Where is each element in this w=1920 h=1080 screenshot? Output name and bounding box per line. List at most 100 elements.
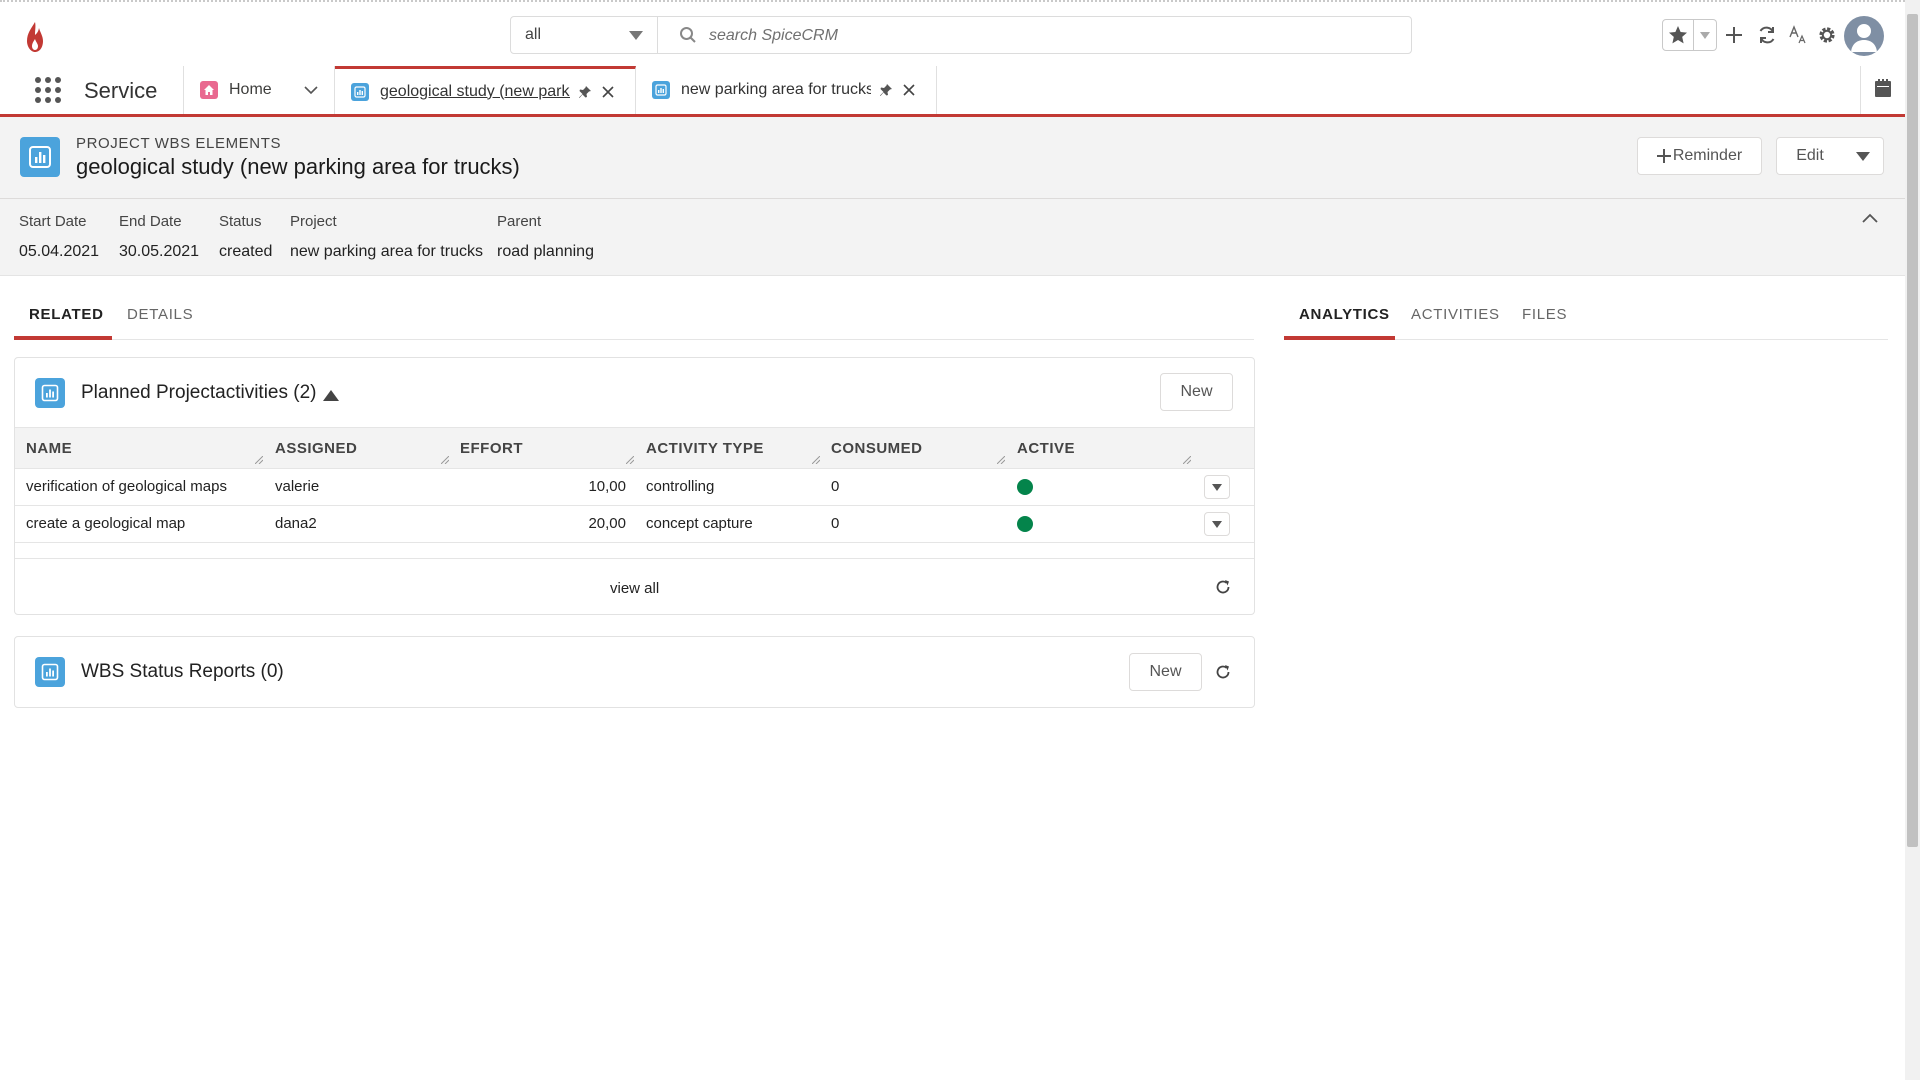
chevron-down-icon [1699,31,1710,39]
tab-new-parking-area[interactable]: new parking area for trucks [636,66,937,114]
tab-analytics[interactable]: ANALYTICS [1299,306,1390,323]
edit-button[interactable]: Edit [1776,137,1844,175]
field-label-status: Status [219,213,262,230]
cell-consumed: 0 [831,478,840,495]
user-avatar[interactable] [1844,16,1884,56]
chevron-up-icon[interactable] [1862,213,1878,223]
search-input[interactable] [707,18,1401,54]
column-resize-handle[interactable] [997,456,1005,464]
tab-home[interactable]: Home [183,66,335,114]
pin-icon[interactable] [879,83,893,97]
favorites-button[interactable] [1662,19,1694,51]
tab-label: geological study (new parkir [380,82,570,100]
field-value-status: created [219,243,273,260]
field-label-parent: Parent [497,213,542,230]
pin-icon[interactable] [578,85,592,99]
global-header: all [0,0,1905,66]
cell-activity-type: concept capture [646,515,753,532]
reminder-button[interactable]: Reminder [1637,137,1762,175]
reminder-label: Reminder [1672,147,1743,164]
col-header-name[interactable]: NAME [26,440,72,457]
settings-button[interactable] [1813,19,1841,51]
chevron-down-icon [629,31,643,40]
field-value-parent[interactable]: road planning [497,243,594,261]
col-header-assigned[interactable]: ASSIGNED [275,440,357,457]
navigation-bar: Service Home geological study (new parki… [0,66,1905,117]
page-title: geological study (new parking area for t… [76,154,520,179]
spicecrm-logo-icon[interactable] [22,20,48,54]
search-scope-select[interactable]: all [511,17,658,53]
tab-details[interactable]: DETAILS [127,306,193,323]
planned-activities-card: Planned Projectactivities (2) New NAME A… [14,357,1255,615]
wbs-status-reports-card: WBS Status Reports (0) New [14,636,1255,708]
col-header-consumed[interactable]: CONSUMED [831,440,923,457]
column-resize-handle[interactable] [812,456,820,464]
cell-assigned: valerie [275,478,320,495]
table-row[interactable]: verification of geological maps valerie … [15,469,1254,506]
project-wbs-icon [20,137,60,177]
field-value-end-date: 30.05.2021 [119,243,200,260]
language-button[interactable] [1784,19,1812,51]
tab-files[interactable]: FILES [1522,306,1567,323]
sync-icon [1757,25,1777,45]
view-all-link[interactable]: view all [610,580,659,597]
star-icon [1668,25,1688,45]
report-icon [35,657,65,687]
tab-label: Home [229,81,272,98]
cell-name[interactable]: verification of geological maps [26,478,227,495]
col-header-active[interactable]: ACTIVE [1017,440,1075,457]
record-header: PROJECT WBS ELEMENTS geological study (n… [0,117,1905,199]
close-icon[interactable] [602,85,614,98]
refresh-icon[interactable] [1215,664,1231,680]
tab-related[interactable]: RELATED [29,306,104,323]
cell-assigned: dana2 [275,515,317,532]
row-actions-button[interactable] [1204,475,1230,499]
column-resize-handle[interactable] [626,456,634,464]
plus-icon [1725,26,1743,44]
edit-label: Edit [1796,147,1824,164]
chevron-down-icon[interactable] [304,85,318,95]
field-label-end-date: End Date [119,213,182,230]
collapse-triangle-icon[interactable] [323,390,339,401]
close-icon[interactable] [903,84,915,96]
col-header-activity-type[interactable]: ACTIVITY TYPE [646,440,764,457]
active-status-dot [1017,516,1033,532]
new-label: New [1180,383,1213,400]
row-actions-button[interactable] [1204,512,1230,536]
app-name: Service [84,78,158,103]
global-add-button[interactable] [1720,19,1748,51]
notes-panel-icon[interactable] [1874,78,1892,98]
reload-button[interactable] [1753,19,1781,51]
field-value-project[interactable]: new parking area for trucks [290,243,483,261]
app-launcher-icon[interactable] [34,76,62,104]
cell-effort: 20,00 [588,515,626,532]
active-tab-indicator [14,336,112,340]
global-search: all [510,16,1412,54]
more-actions-button[interactable] [1843,137,1884,175]
cell-activity-type: controlling [646,478,715,495]
cell-name[interactable]: create a geological map [26,515,185,532]
table-header: NAME ASSIGNED EFFORT ACTIVITY TYPE CONSU… [15,427,1254,469]
card-title: WBS Status Reports (0) [81,661,284,682]
favorites-menu-button[interactable] [1693,19,1717,51]
scrollbar-thumb[interactable] [1907,14,1918,847]
active-tab-indicator [1284,336,1395,340]
col-header-effort[interactable]: EFFORT [460,440,523,457]
active-status-dot [1017,479,1033,495]
column-resize-handle[interactable] [1183,456,1191,464]
new-activity-button[interactable]: New [1160,373,1233,411]
field-label-start-date: Start Date [19,213,87,230]
column-resize-handle[interactable] [255,456,263,464]
project-icon [652,81,670,99]
tab-activities[interactable]: ACTIVITIES [1411,306,1500,323]
new-report-button[interactable]: New [1129,653,1202,691]
divider [14,339,1254,340]
field-label-project: Project [290,213,337,230]
card-footer: view all [15,558,1254,614]
project-activity-icon [35,378,65,408]
refresh-icon[interactable] [1215,579,1231,595]
column-resize-handle[interactable] [441,456,449,464]
table-row[interactable]: create a geological map dana2 20,00 conc… [15,506,1254,543]
user-icon [1844,16,1884,56]
tab-geological-study[interactable]: geological study (new parkir [335,66,636,114]
